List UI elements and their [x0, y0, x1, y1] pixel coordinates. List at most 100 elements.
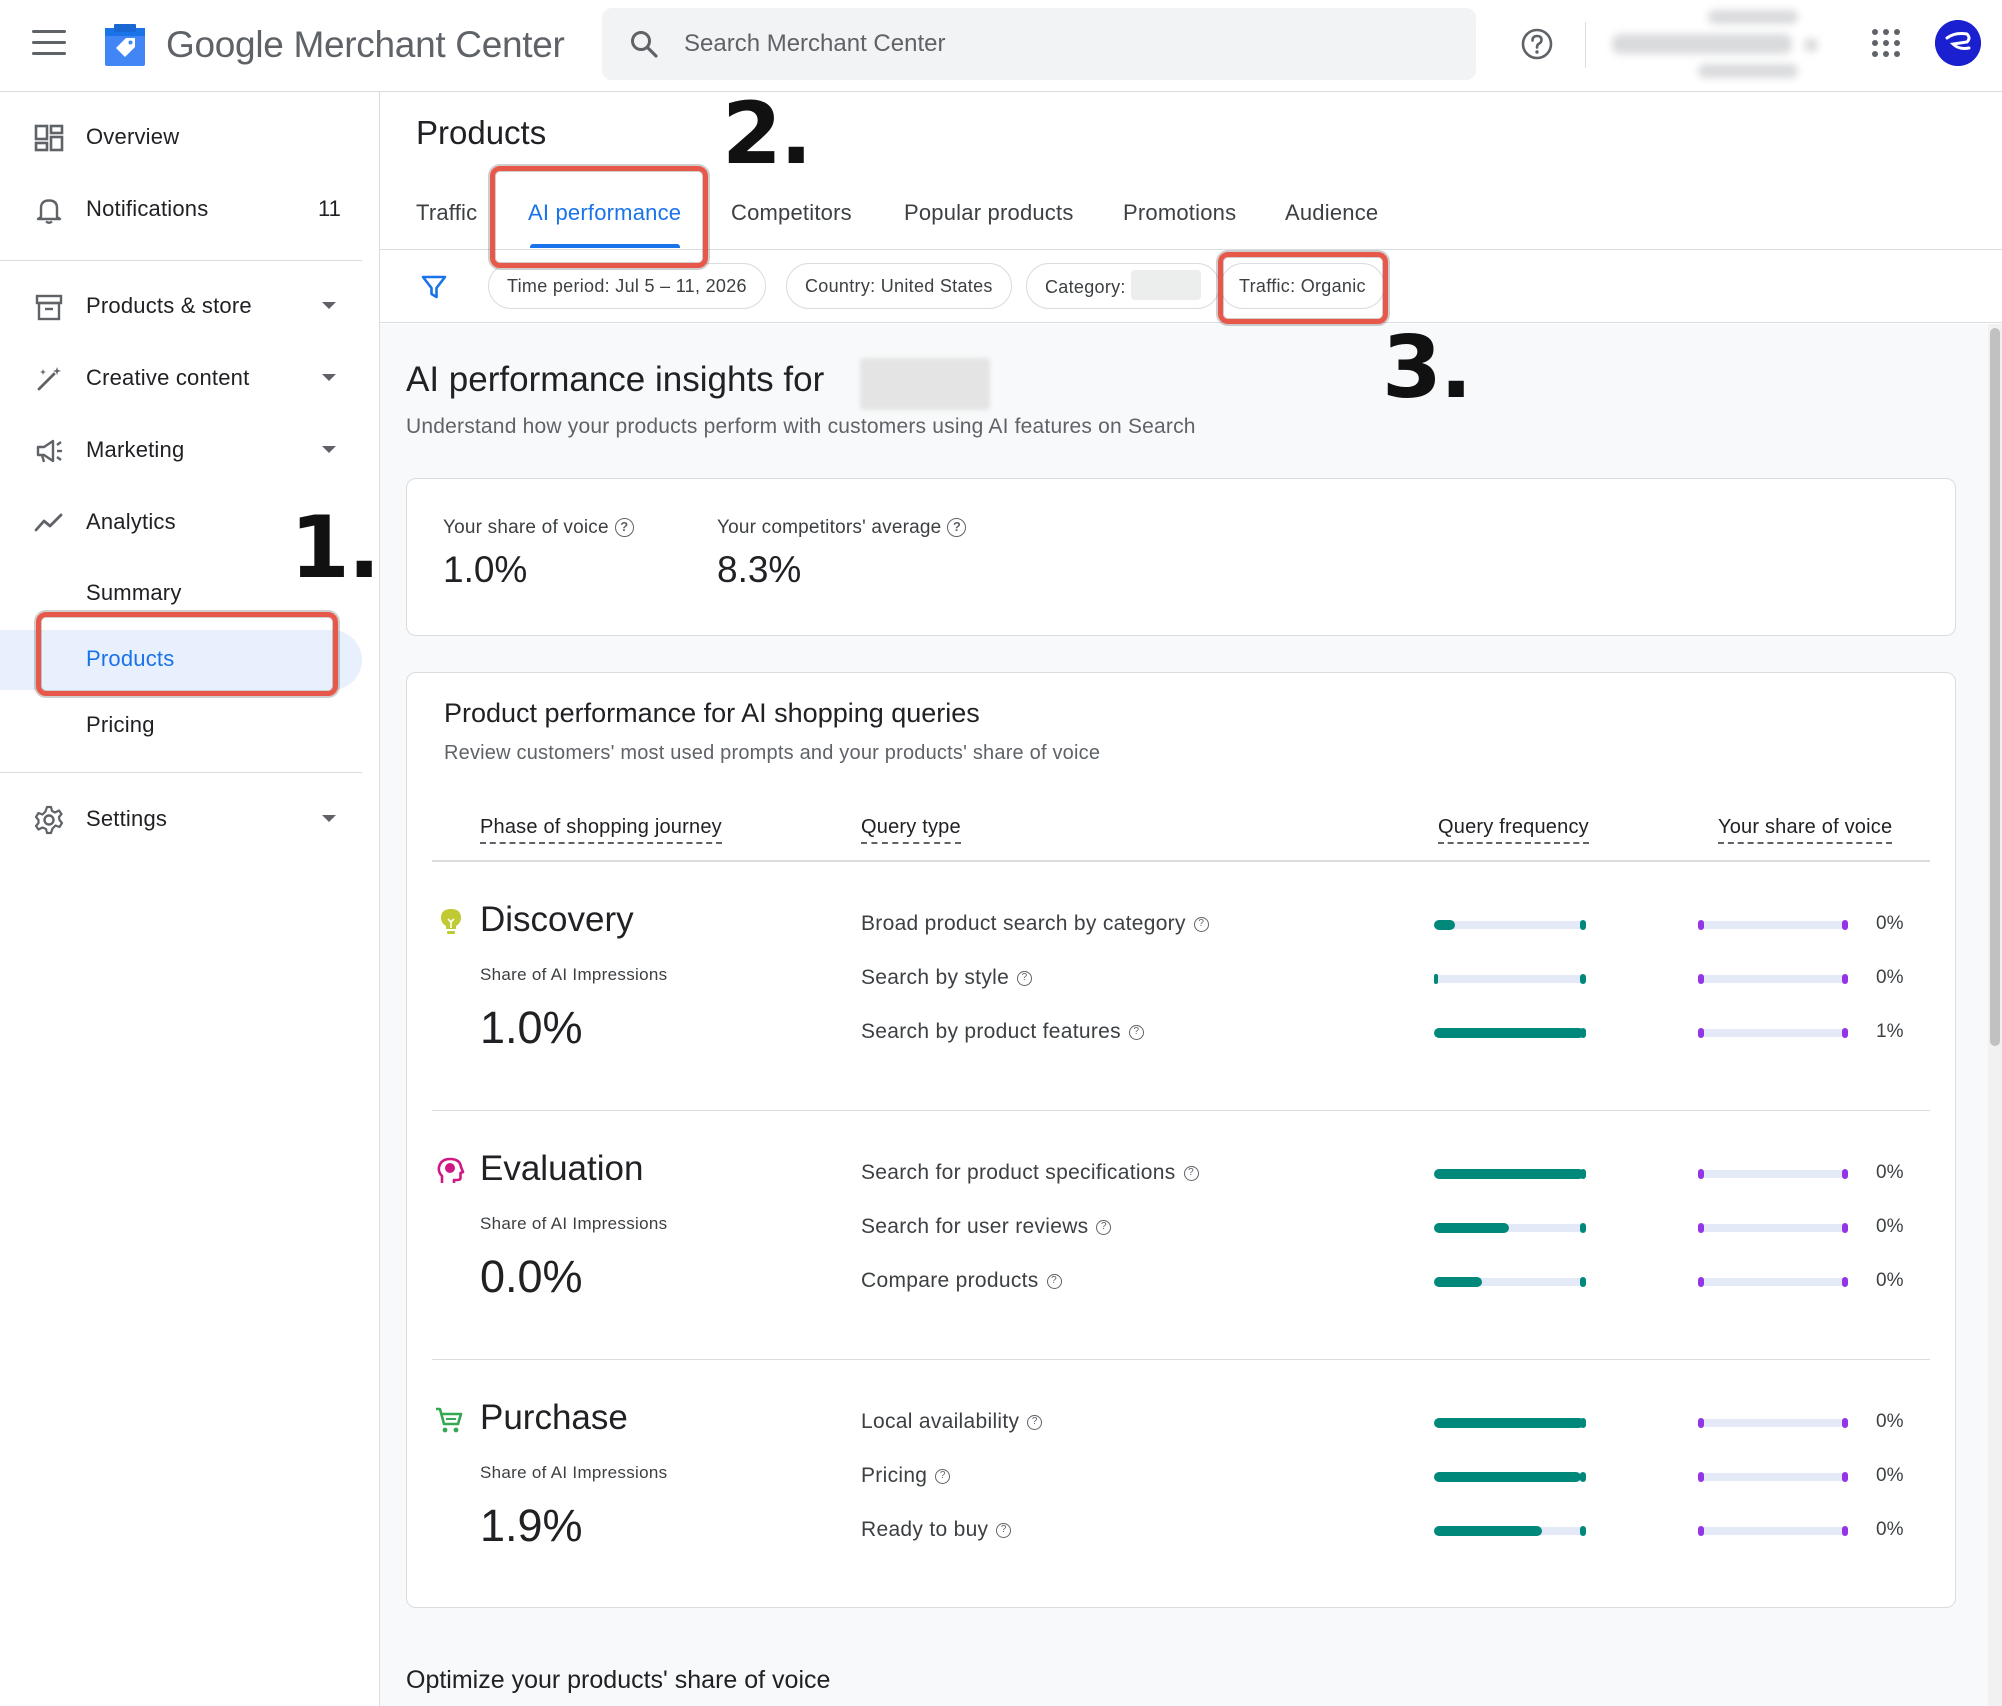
filter-icon[interactable]	[420, 273, 448, 301]
sov-end-dot	[1842, 920, 1848, 930]
column-header-share-of-voice[interactable]: Your share of voice	[1718, 816, 1893, 844]
nav-settings-label: Settings	[86, 806, 168, 831]
phase-name-purchase: Purchase	[480, 1398, 628, 1437]
query-frequency-bar	[1434, 1223, 1586, 1233]
share-of-voice-bar	[1698, 974, 1848, 984]
phase-share-discovery: 1.0%	[480, 1002, 583, 1053]
search-input[interactable]: Search Merchant Center	[684, 30, 945, 58]
help-icon[interactable]: ?	[1046, 1273, 1062, 1289]
expand-products-store-icon[interactable]	[322, 302, 336, 309]
expand-creative-content-icon[interactable]	[322, 374, 336, 381]
frequency-fill	[1434, 1169, 1584, 1179]
help-icon[interactable]: ?	[947, 518, 967, 538]
query-type-label: Pricing?	[861, 1464, 951, 1488]
expand-marketing-icon[interactable]	[322, 446, 336, 453]
filter-chip-category[interactable]: Category:	[1026, 263, 1221, 309]
help-icon[interactable]: ?	[1017, 970, 1033, 986]
frequency-end-dot	[1580, 1472, 1586, 1482]
query-frequency-bar	[1434, 974, 1586, 984]
sov-start-dot	[1698, 1223, 1704, 1233]
nav-products-store[interactable]: Products & store	[0, 278, 360, 334]
search-bar[interactable]: Search Merchant Center	[602, 8, 1476, 80]
main-menu-icon[interactable]	[32, 30, 66, 60]
google-apps-icon[interactable]	[1872, 29, 1900, 57]
merchant-center-logo-icon[interactable]	[102, 22, 148, 68]
top-app-bar: Google Merchant Center Search Merchant C…	[0, 0, 2002, 92]
nav-pricing-label: Pricing	[86, 712, 155, 737]
nav-settings[interactable]: Settings	[0, 791, 360, 847]
help-icon[interactable]	[1520, 27, 1554, 61]
competitors-metric-label: Your competitors' average?	[717, 517, 967, 539]
share-of-voice-value: 0%	[1876, 1216, 1904, 1237]
share-of-voice-metric-label: Your share of voice?	[443, 517, 634, 539]
account-switcher-blurred[interactable]	[1612, 6, 1822, 86]
sov-end-dot	[1842, 1472, 1848, 1482]
impressions-label: Share of AI Impressions	[480, 965, 668, 984]
query-type-label: Search for product specifications?	[861, 1161, 1199, 1185]
optimize-section-title: Optimize your products' share of voice	[406, 1666, 831, 1694]
expand-settings-icon[interactable]	[322, 815, 336, 822]
help-icon[interactable]: ?	[614, 518, 634, 538]
help-icon[interactable]: ?	[1128, 1024, 1144, 1040]
sov-start-dot	[1698, 1277, 1704, 1287]
query-frequency-bar	[1434, 1169, 1586, 1179]
side-navigation: Overview Notifications 11 Products & sto…	[0, 92, 380, 1706]
tab-competitors[interactable]: Competitors	[731, 200, 852, 226]
scrollbar-thumb[interactable]	[1990, 328, 2000, 1046]
column-header-phase[interactable]: Phase of shopping journey	[480, 816, 722, 844]
frequency-fill	[1434, 1028, 1584, 1038]
filter-chip-country[interactable]: Country: United States	[786, 263, 1012, 309]
tab-audience[interactable]: Audience	[1285, 200, 1378, 226]
app-title[interactable]: Google Merchant Center	[166, 24, 565, 66]
help-icon[interactable]: ?	[1193, 916, 1209, 932]
share-of-voice-value: 0%	[1876, 967, 1904, 988]
nav-notifications[interactable]: Notifications 11	[0, 181, 360, 237]
account-avatar[interactable]	[1935, 20, 1981, 66]
help-icon[interactable]: ?	[1183, 1165, 1199, 1181]
help-icon[interactable]: ?	[1096, 1219, 1112, 1235]
filter-chip-time-period[interactable]: Time period: Jul 5 – 11, 2026	[488, 263, 766, 309]
annotation-highlight-ai-performance	[490, 166, 708, 268]
help-icon[interactable]: ?	[996, 1522, 1012, 1538]
nav-analytics-pricing[interactable]: Pricing	[0, 696, 362, 756]
sov-end-dot	[1842, 1418, 1848, 1428]
insights-title: AI performance insights for	[406, 360, 825, 399]
store-name-blurred	[860, 358, 990, 410]
tab-promotions[interactable]: Promotions	[1123, 200, 1236, 226]
nav-overview-label: Overview	[86, 124, 180, 149]
frequency-end-dot	[1580, 1028, 1586, 1038]
lightbulb-icon	[441, 909, 461, 934]
phase-divider	[432, 1110, 1930, 1111]
tab-traffic[interactable]: Traffic	[416, 200, 477, 226]
share-of-voice-card: Your share of voice? 1.0% Your competito…	[406, 478, 1956, 636]
country-label: Country: United States	[805, 276, 993, 296]
sov-end-dot	[1842, 1223, 1848, 1233]
help-icon[interactable]: ?	[935, 1468, 951, 1484]
frequency-end-dot	[1580, 1526, 1586, 1536]
sov-start-dot	[1698, 1028, 1704, 1038]
sov-end-dot	[1842, 1526, 1848, 1536]
tab-popular-products[interactable]: Popular products	[904, 200, 1074, 226]
share-of-voice-value: 0%	[1876, 1162, 1904, 1183]
share-of-voice-value: 0%	[1876, 1270, 1904, 1291]
sov-start-dot	[1698, 920, 1704, 930]
sov-start-dot	[1698, 1472, 1704, 1482]
frequency-end-dot	[1580, 1223, 1586, 1233]
sov-end-dot	[1842, 1028, 1848, 1038]
query-type-label: Ready to buy?	[861, 1518, 1012, 1542]
performance-title: Product performance for AI shopping quer…	[444, 698, 980, 728]
impressions-label: Share of AI Impressions	[480, 1214, 668, 1233]
query-type-label: Compare products?	[861, 1269, 1062, 1293]
nav-marketing-label: Marketing	[86, 437, 185, 462]
nav-creative-content[interactable]: Creative content	[0, 350, 360, 406]
column-header-query-type[interactable]: Query type	[861, 816, 961, 844]
column-header-query-frequency[interactable]: Query frequency	[1438, 816, 1589, 844]
help-icon[interactable]: ?	[1027, 1414, 1043, 1430]
phase-share-purchase: 1.9%	[480, 1500, 583, 1551]
competitors-label: Your competitors' average	[717, 517, 942, 538]
share-of-voice-bar	[1698, 1418, 1848, 1428]
share-of-voice-bar	[1698, 1472, 1848, 1482]
frequency-end-dot	[1580, 920, 1586, 930]
nav-overview[interactable]: Overview	[0, 109, 360, 165]
nav-marketing[interactable]: Marketing	[0, 422, 360, 478]
